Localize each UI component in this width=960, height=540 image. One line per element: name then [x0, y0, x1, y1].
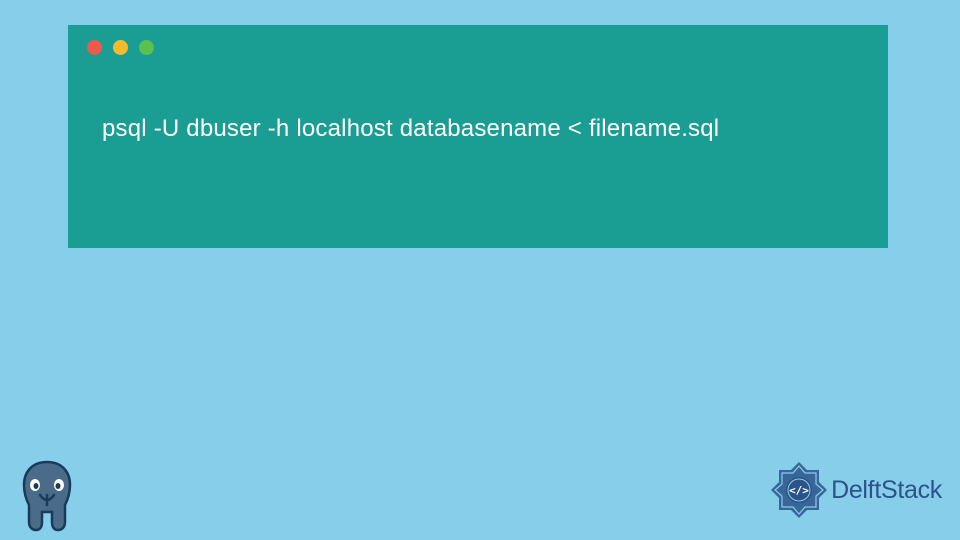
delftstack-logo: </> DelftStack: [769, 460, 942, 520]
delftstack-badge-icon: </>: [769, 460, 829, 520]
delftstack-name: DelftStack: [831, 476, 942, 505]
close-icon: [87, 40, 102, 55]
svg-text:</>: </>: [789, 484, 809, 497]
terminal-command: psql -U dbuser -h localhost databasename…: [68, 55, 888, 143]
window-controls: [68, 25, 888, 55]
postgresql-logo-icon: [12, 457, 82, 532]
terminal-window: psql -U dbuser -h localhost databasename…: [68, 25, 888, 248]
minimize-icon: [113, 40, 128, 55]
maximize-icon: [139, 40, 154, 55]
